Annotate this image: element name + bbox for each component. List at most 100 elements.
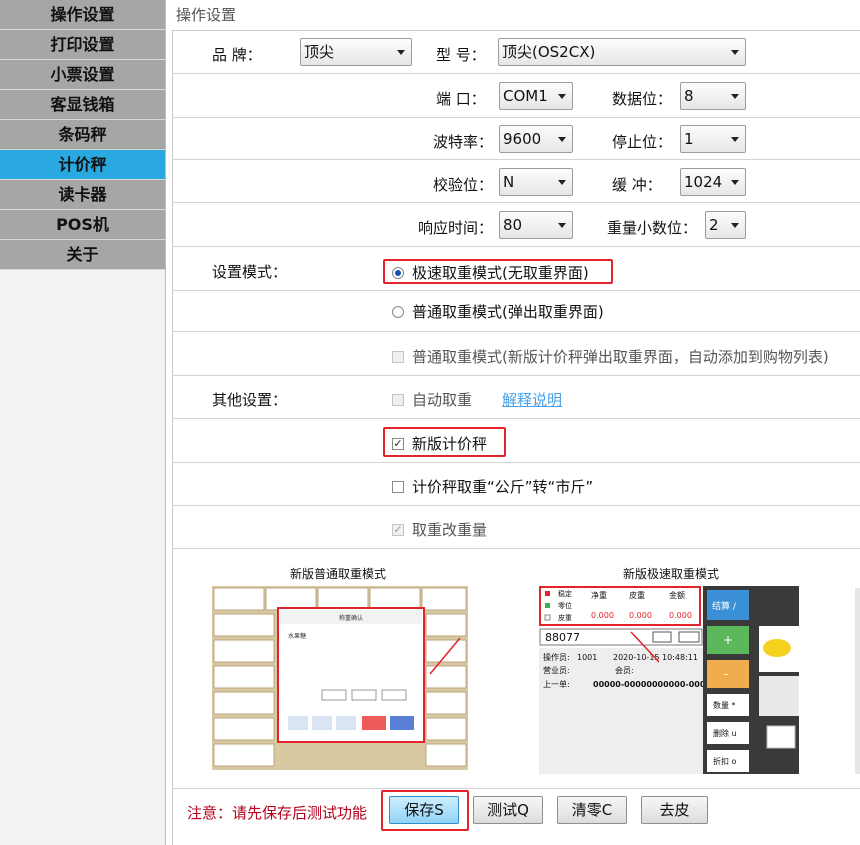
mode-normal-option[interactable]: 普通取重模式(弹出取重界面) xyxy=(392,301,604,322)
mode-normal-new-option[interactable]: 普通取重模式(新版计价秤弹出取重界面，自动添加到购物列表) xyxy=(392,346,829,367)
buffer-label: 缓 冲： xyxy=(612,176,662,194)
decimals-label: 重量小数位： xyxy=(607,219,698,237)
port-label: 端 口： xyxy=(436,90,486,108)
other-label: 其他设置： xyxy=(212,391,288,409)
divider xyxy=(172,159,860,160)
chevron-down-icon xyxy=(397,50,405,55)
mode-fast-option[interactable]: 极速取重模式(无取重界面) xyxy=(392,262,589,283)
chevron-down-icon xyxy=(558,94,566,99)
baud-select[interactable]: 9600 xyxy=(499,125,573,153)
divider xyxy=(172,788,860,789)
jin-convert-option[interactable]: 计价秤取重“公斤”转“市斤” xyxy=(392,476,593,497)
fast-amount-value: 0.000 xyxy=(669,611,692,620)
chevron-down-icon xyxy=(558,223,566,228)
chevron-down-icon xyxy=(731,94,739,99)
fast-operator-label: 操作员: xyxy=(543,652,570,662)
chevron-down-icon xyxy=(731,50,739,55)
divider xyxy=(172,375,860,376)
buffer-select[interactable]: 1024 xyxy=(680,168,746,196)
checkbox-icon: ✓ xyxy=(392,522,404,536)
sidebar-item-barcode-scale[interactable]: 条码秤 xyxy=(0,120,165,150)
port-select[interactable]: COM1 xyxy=(499,82,573,110)
databits-select[interactable]: 8 xyxy=(680,82,746,110)
fast-member-label: 会员: xyxy=(615,665,634,675)
normal-preview-title: 新版普通取重模式 xyxy=(290,567,387,581)
auto-weigh-label: 自动取重 xyxy=(412,391,473,409)
fast-tare-header: 皮重 xyxy=(629,590,645,600)
fast-discount-text: 折扣 o xyxy=(713,756,737,766)
chevron-down-icon xyxy=(731,137,739,142)
save-button[interactable]: 保存S xyxy=(389,796,459,824)
checkbox-icon xyxy=(392,480,404,493)
fast-preview-title: 新版极速取重模式 xyxy=(623,567,720,581)
sidebar-item-card-reader[interactable]: 读卡器 xyxy=(0,180,165,210)
response-label: 响应时间： xyxy=(418,219,494,237)
brand-label: 品 牌： xyxy=(212,46,262,64)
checkbox-icon xyxy=(392,350,404,363)
test-button[interactable]: 测试Q xyxy=(473,796,543,824)
radio-icon xyxy=(392,266,404,279)
baud-label: 波特率： xyxy=(433,133,494,151)
sidebar-item-receipt[interactable]: 小票设置 xyxy=(0,60,165,90)
sidebar-item-pos[interactable]: POS机 xyxy=(0,210,165,240)
sidebar-item-print[interactable]: 打印设置 xyxy=(0,30,165,60)
divider xyxy=(172,246,860,247)
response-select[interactable]: 80 xyxy=(499,211,573,239)
sidebar-item-pricing-scale[interactable]: 计价秤 xyxy=(0,150,165,180)
divider xyxy=(172,418,860,419)
svg-text:+: + xyxy=(723,633,733,647)
reweigh-label: 取重改重量 xyxy=(412,521,488,539)
sidebar-item-about[interactable]: 关于 xyxy=(0,240,165,270)
mode-normal-label: 普通取重模式(弹出取重界面) xyxy=(412,303,604,321)
model-select[interactable]: 顶尖(OS2CX) xyxy=(498,38,746,66)
chevron-down-icon xyxy=(558,137,566,142)
fast-last-label: 上一单: xyxy=(543,679,570,689)
peel-button[interactable]: 去皮 xyxy=(641,796,708,824)
fast-sales-label: 营业员: xyxy=(543,665,570,675)
model-label: 型 号： xyxy=(436,46,486,64)
fast-net-header: 净重 xyxy=(591,590,607,600)
parity-select[interactable]: N xyxy=(499,168,573,196)
sidebar-item-display-drawer[interactable]: 客显钱箱 xyxy=(0,90,165,120)
divider xyxy=(172,505,860,506)
normal-mode-preview: 称重确认 水果糖 xyxy=(212,586,468,770)
sidebar: 操作设置 打印设置 小票设置 客显钱箱 条码秤 计价秤 读卡器 POS机 关于 xyxy=(0,0,166,845)
fast-last-value: 00000-00000000000-0000 xyxy=(593,680,711,689)
mode-label: 设置模式： xyxy=(212,263,288,281)
new-scale-option[interactable]: ✓ 新版计价秤 xyxy=(392,433,487,454)
divider xyxy=(172,290,860,291)
stopbits-label: 停止位： xyxy=(612,133,673,151)
stopbits-select[interactable]: 1 xyxy=(680,125,746,153)
help-link[interactable]: 解释说明 xyxy=(502,389,562,410)
svg-text:-: - xyxy=(724,667,728,681)
divider xyxy=(172,73,860,74)
chevron-down-icon xyxy=(731,223,739,228)
fast-delete-text: 删除 u xyxy=(713,728,737,738)
divider xyxy=(172,117,860,118)
divider xyxy=(172,331,860,332)
normal-dialog-item: 水果糖 xyxy=(288,632,306,640)
fast-checkout-text: 结算 / xyxy=(712,600,737,612)
parity-label: 校验位： xyxy=(433,176,494,194)
breadcrumb: 操作设置 xyxy=(176,6,237,24)
fast-zero-text: 零位 xyxy=(558,601,572,610)
clear-button[interactable]: 清零C xyxy=(557,796,627,824)
mode-normal-new-label: 普通取重模式(新版计价秤弹出取重界面，自动添加到购物列表) xyxy=(412,348,829,366)
jin-convert-label: 计价秤取重“公斤”转“市斤” xyxy=(412,478,594,496)
divider xyxy=(172,548,860,549)
checkbox-icon: ✓ xyxy=(392,436,404,450)
mode-fast-label: 极速取重模式(无取重界面) xyxy=(412,264,589,282)
new-scale-label: 新版计价秤 xyxy=(412,435,488,453)
reweigh-option[interactable]: ✓ 取重改重量 xyxy=(392,519,487,540)
normal-mode-preview-image: 称重确认 水果糖 xyxy=(212,586,468,770)
checkbox-icon xyxy=(392,393,404,406)
chevron-down-icon xyxy=(558,180,566,185)
decimals-select[interactable]: 2 xyxy=(705,211,746,239)
chevron-down-icon xyxy=(731,180,739,185)
normal-dialog-title: 称重确认 xyxy=(339,614,363,622)
fast-amount-header: 金额 xyxy=(669,590,685,600)
auto-weigh-option[interactable]: 自动取重 xyxy=(392,389,472,410)
fast-operator-value: 1001 xyxy=(577,653,597,662)
sidebar-item-operation[interactable]: 操作设置 xyxy=(0,0,165,30)
brand-select[interactable]: 顶尖 xyxy=(300,38,412,66)
